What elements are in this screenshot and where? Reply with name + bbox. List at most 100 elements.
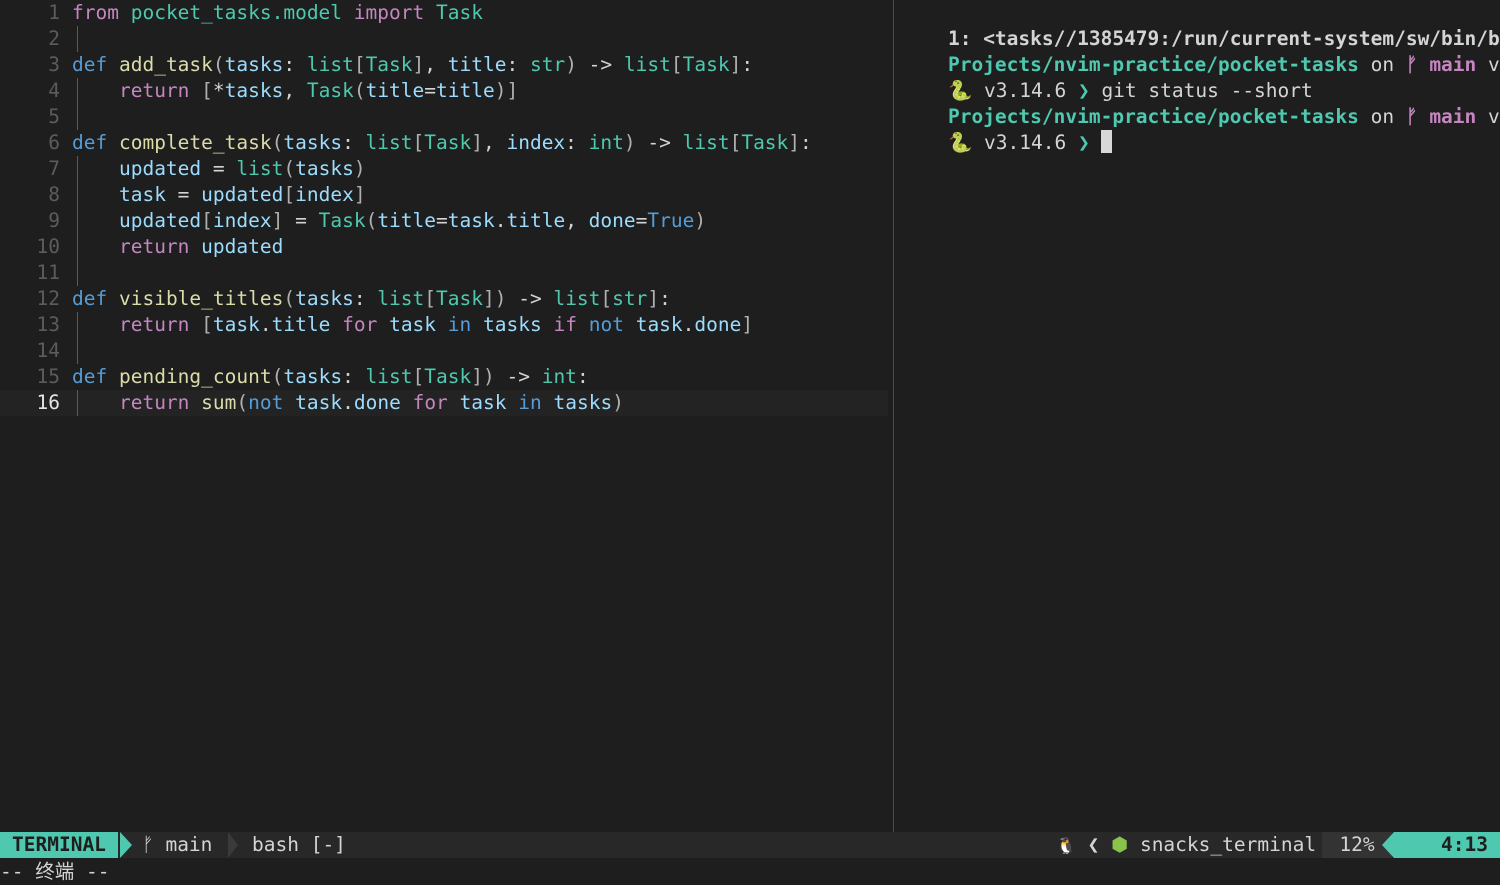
indent-guide bbox=[77, 26, 78, 52]
code-text: return sum(not task.done for task in tas… bbox=[72, 390, 624, 416]
code-line[interactable]: 1 from pocket_tasks.model import Task bbox=[0, 0, 888, 26]
code-token: Task bbox=[436, 287, 483, 310]
code-line[interactable]: 3 def add_task(tasks: list[Task], title: … bbox=[0, 52, 888, 78]
code-token: : bbox=[800, 131, 812, 154]
code-token: = bbox=[436, 209, 448, 232]
code-token: tasks bbox=[553, 391, 613, 414]
code-line[interactable]: 14 bbox=[0, 338, 888, 364]
code-token: : bbox=[576, 365, 589, 388]
code-token: def bbox=[72, 287, 108, 310]
code-token: index bbox=[506, 131, 566, 154]
code-token: task bbox=[447, 209, 495, 232]
code-line[interactable]: 8 task = updated[index] bbox=[0, 182, 888, 208]
line-number: 13 bbox=[36, 313, 60, 336]
chevron-left-icon: ❮ bbox=[1087, 833, 1100, 856]
line-number: 7 bbox=[48, 157, 60, 180]
code-line[interactable]: 10 return updated bbox=[0, 234, 888, 260]
code-token: visible_titles bbox=[118, 287, 284, 310]
code-text: return updated bbox=[72, 234, 283, 260]
code-token: done bbox=[588, 209, 636, 232]
status-branch-name: main bbox=[165, 833, 213, 856]
terminal-cursor[interactable] bbox=[1101, 130, 1113, 153]
code-text: def add_task(tasks: list[Task], title: s… bbox=[72, 52, 753, 78]
code-line[interactable]: 12 def visible_titles(tasks: list[Task]) … bbox=[0, 286, 888, 312]
code-token: : bbox=[741, 53, 754, 76]
code-token: . bbox=[682, 313, 695, 336]
code-line[interactable]: 13 return [task.title for task in tasks … bbox=[0, 312, 888, 338]
code-token: ] bbox=[353, 183, 366, 206]
code-token: def bbox=[72, 131, 108, 154]
code-token: list bbox=[365, 365, 413, 388]
line-number: 1 bbox=[48, 1, 60, 24]
code-token: updated bbox=[201, 183, 284, 206]
prompt-line-1: Projects/nvim-practice/pocket-tasks on ᚠ… bbox=[901, 26, 1500, 76]
code-line[interactable]: 2 bbox=[0, 26, 888, 52]
code-token: add_task bbox=[118, 53, 213, 76]
code-line[interactable]: 7 updated = list(tasks) bbox=[0, 156, 888, 182]
code-token: [ bbox=[201, 209, 213, 232]
code-token: ] bbox=[741, 313, 754, 336]
line-number: 3 bbox=[48, 53, 60, 76]
code-line[interactable]: 5 bbox=[0, 104, 888, 130]
code-token: for bbox=[342, 313, 378, 336]
code-token: [ bbox=[412, 365, 425, 388]
prompt-via: via bbox=[1488, 53, 1500, 76]
status-branch: ᚠ main bbox=[142, 832, 212, 858]
code-token: list bbox=[682, 131, 730, 154]
code-token: [ bbox=[424, 287, 437, 310]
code-token: tasks bbox=[283, 365, 343, 388]
git-branch-icon: ᚠ bbox=[142, 833, 154, 856]
command-line[interactable]: -- 终端 -- bbox=[0, 858, 1500, 885]
code-token: [ bbox=[600, 287, 613, 310]
code-token: updated bbox=[118, 209, 202, 232]
window-separator[interactable] bbox=[893, 0, 894, 832]
code-line[interactable]: 6 def complete_task(tasks: list[Task], in… bbox=[0, 130, 888, 156]
code-token: ] bbox=[471, 131, 483, 154]
code-line[interactable]: 16 return sum(not task.done for task in … bbox=[0, 390, 888, 416]
code-token: ) bbox=[353, 157, 366, 180]
editor-pane[interactable]: 1 from pocket_tasks.model import Task 2 3 de… bbox=[0, 0, 890, 832]
code-line[interactable]: 15 def pending_count(tasks: list[Task]) -… bbox=[0, 364, 888, 390]
prompt-char: ❯ bbox=[1077, 131, 1090, 154]
terminal-pane[interactable]: 1: <tasks//1385479:/run/current-system/s… bbox=[901, 0, 1500, 832]
code-token: not bbox=[588, 313, 624, 336]
code-token: return bbox=[118, 79, 190, 102]
status-filetype: 🐧 ❮ ⬢ snacks_terminal bbox=[1056, 832, 1316, 859]
python-version: v3.14.6 bbox=[984, 131, 1067, 154]
line-number: 14 bbox=[36, 339, 60, 362]
prompt-on: on bbox=[1370, 105, 1395, 128]
linux-icon: 🐧 bbox=[1056, 836, 1076, 855]
code-token: not bbox=[248, 391, 284, 414]
line-number: 9 bbox=[48, 209, 60, 232]
code-token: def bbox=[72, 53, 108, 76]
code-token: title bbox=[436, 79, 495, 102]
code-token: [ bbox=[412, 131, 425, 154]
code-token: ( bbox=[236, 391, 249, 414]
code-token: = bbox=[424, 79, 437, 102]
code-token: index bbox=[295, 183, 354, 206]
branch-separator bbox=[228, 832, 238, 858]
code-token: ( bbox=[271, 365, 284, 388]
code-token: task bbox=[295, 391, 343, 414]
mode-indicator: TERMINAL bbox=[0, 832, 118, 858]
code-token: , bbox=[283, 79, 307, 102]
code-line[interactable]: 4 return [*tasks, Task(title=title)] bbox=[0, 78, 888, 104]
code-token: ( bbox=[283, 287, 296, 310]
code-line[interactable]: 9 updated[index] = Task(title=task.title… bbox=[0, 208, 888, 234]
code-token: [ bbox=[201, 79, 213, 102]
code-token: ] bbox=[482, 287, 495, 310]
code-token: title bbox=[506, 209, 566, 232]
code-line[interactable]: 11 bbox=[0, 260, 888, 286]
code-token: [ bbox=[353, 53, 366, 76]
indent-guide bbox=[77, 104, 78, 130]
indent-guide bbox=[77, 260, 78, 286]
